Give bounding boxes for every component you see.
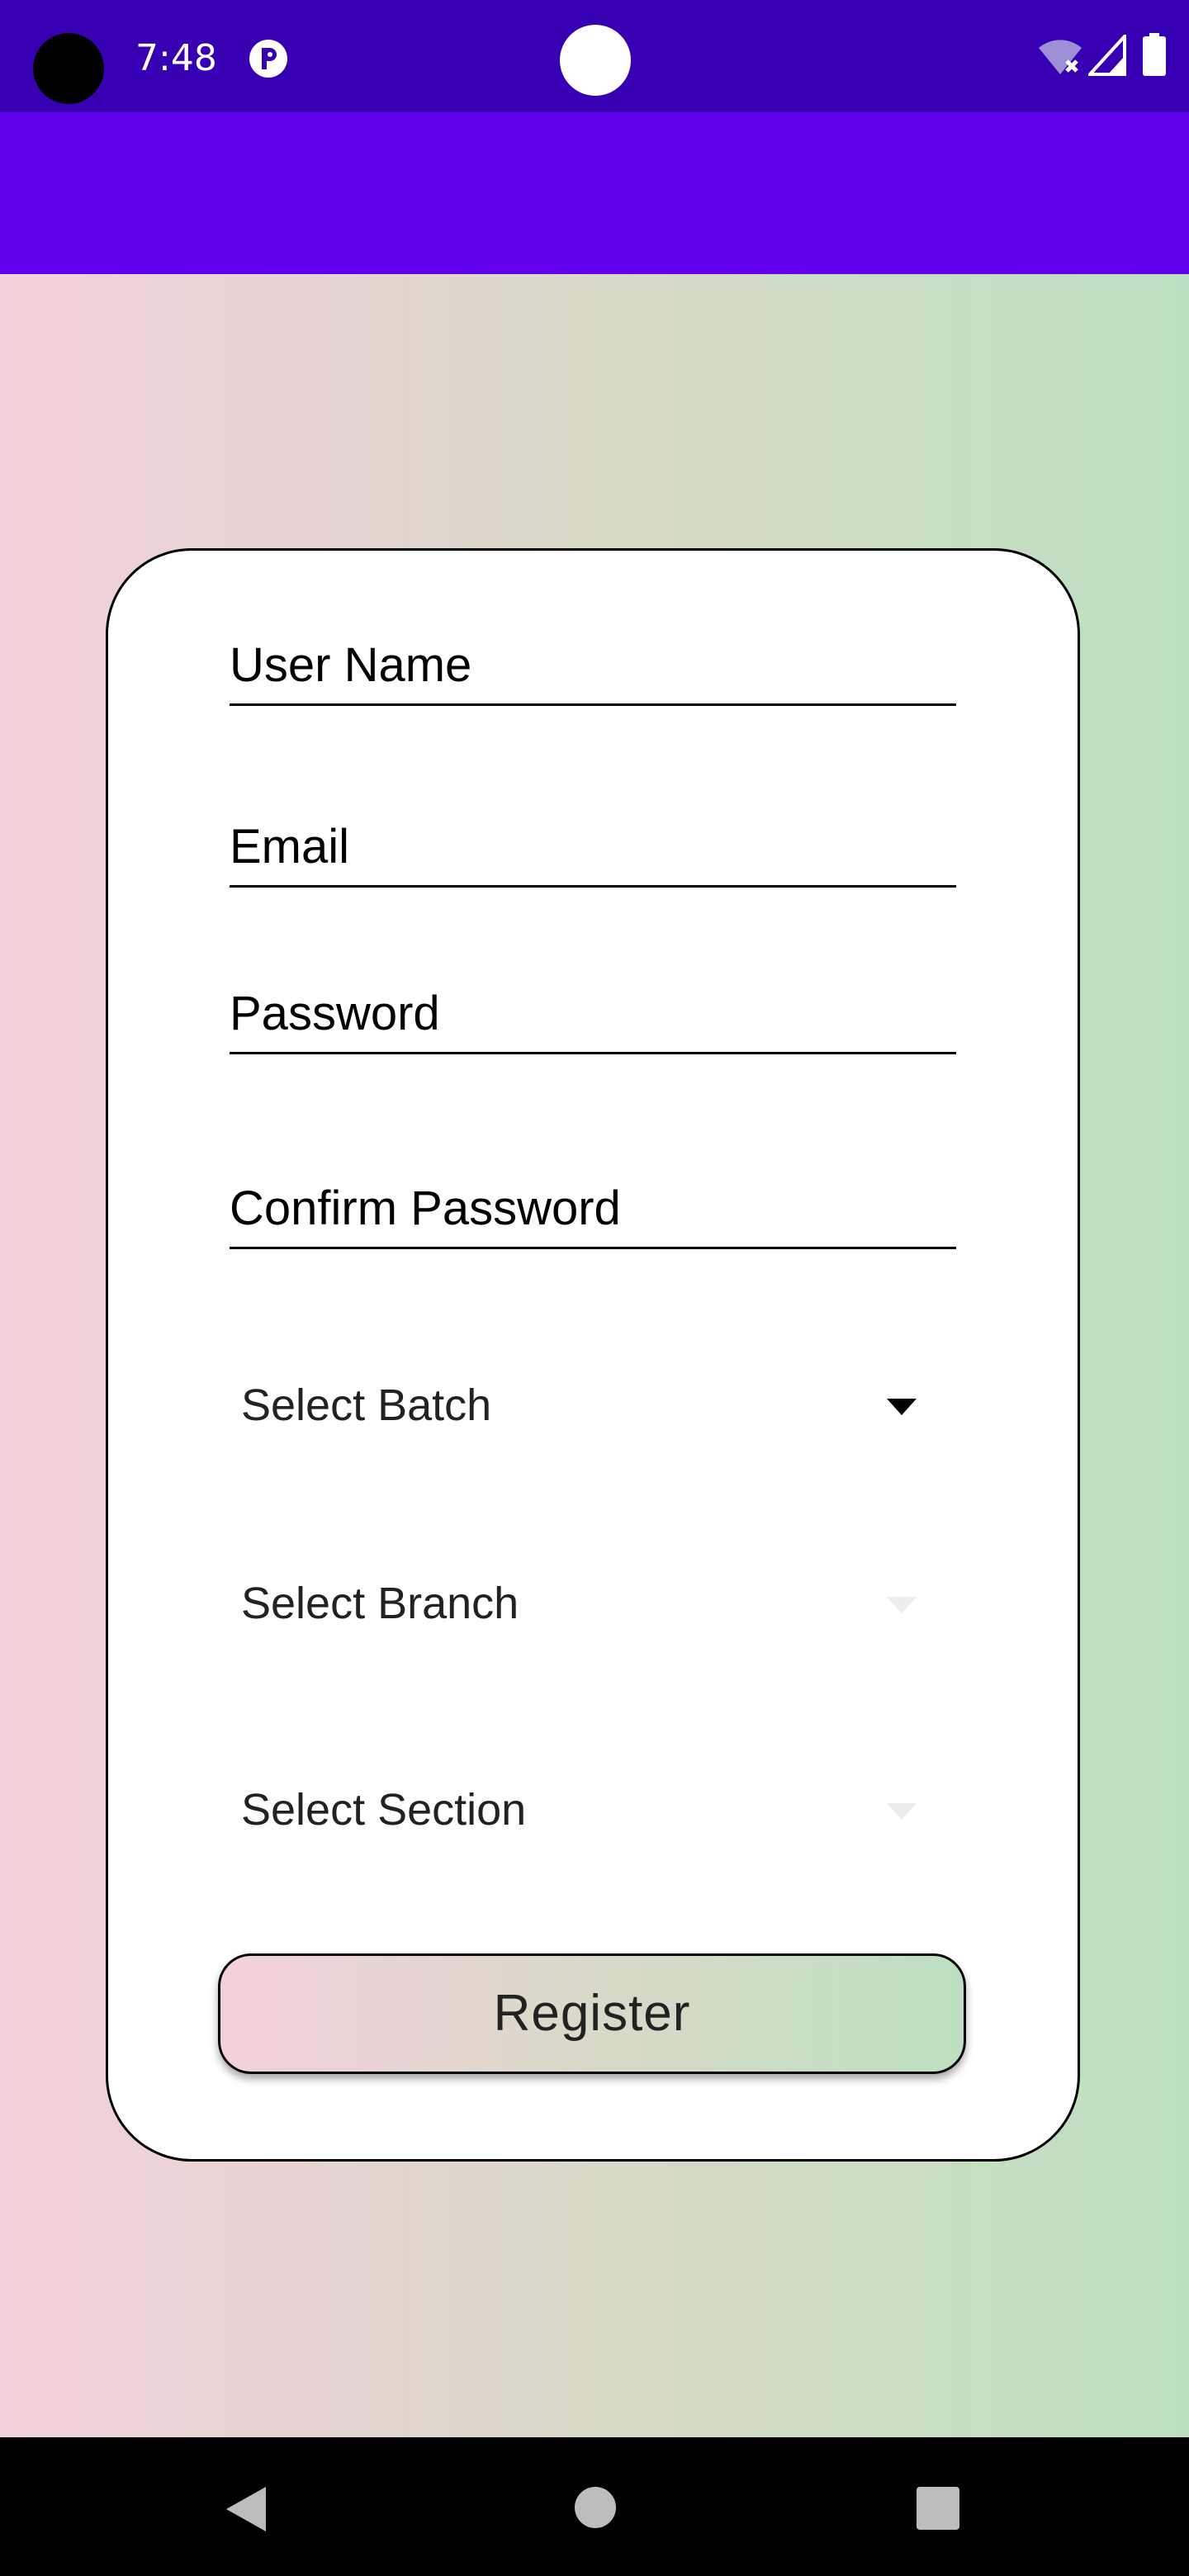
registration-card	[106, 548, 1080, 2162]
app-notification-icon	[249, 40, 287, 78]
branch-spinner[interactable]: Select Branch	[230, 1562, 940, 1645]
email-field[interactable]: Email	[230, 809, 956, 888]
branch-spinner-label: Select Branch	[241, 1579, 519, 1628]
status-time: 7:48	[135, 37, 217, 79]
register-button[interactable]: Register	[218, 1953, 966, 2074]
signal-icon	[1088, 35, 1126, 76]
batch-spinner-label: Select Batch	[241, 1380, 492, 1430]
dropdown-arrow-icon	[887, 1597, 917, 1613]
username-field[interactable]: User Name	[230, 627, 956, 706]
dropdown-arrow-icon	[887, 1803, 917, 1820]
battery-icon	[1143, 33, 1166, 76]
password-hint: Password	[230, 987, 440, 1040]
recents-icon[interactable]	[915, 2485, 961, 2531]
section-spinner-label: Select Section	[241, 1785, 527, 1835]
section-spinner[interactable]: Select Section	[230, 1769, 940, 1851]
username-hint: User Name	[230, 638, 472, 692]
batch-spinner[interactable]: Select Batch	[230, 1364, 940, 1447]
confirm-password-field[interactable]: Confirm Password	[230, 1171, 956, 1249]
front-camera-dot	[560, 25, 631, 96]
confirm-password-hint: Confirm Password	[230, 1181, 621, 1235]
back-icon[interactable]	[221, 2484, 271, 2535]
dropdown-arrow-icon	[887, 1399, 917, 1415]
camera-cutout	[33, 33, 104, 104]
email-hint: Email	[230, 820, 350, 874]
app-bar	[0, 112, 1189, 274]
wifi-off-icon	[1039, 40, 1082, 74]
home-icon[interactable]	[573, 2485, 618, 2530]
password-field[interactable]: Password	[230, 976, 956, 1054]
